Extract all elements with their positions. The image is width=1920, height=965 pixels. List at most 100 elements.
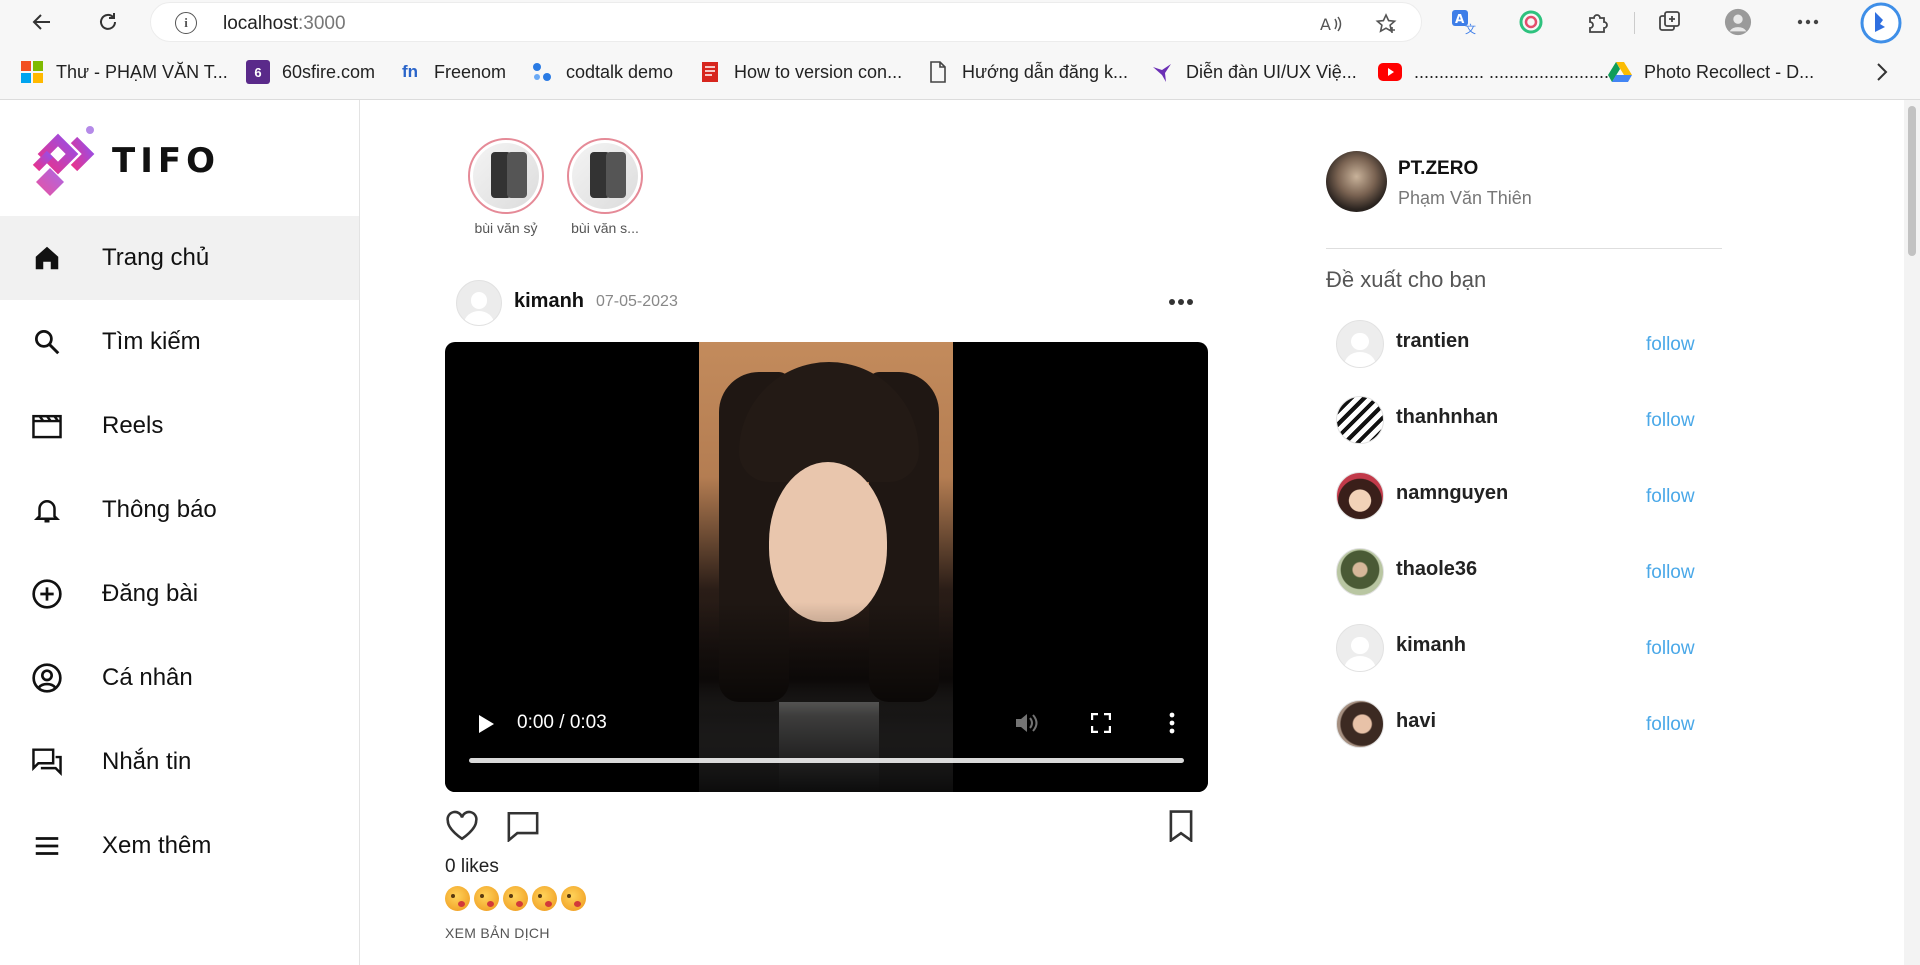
follow-button[interactable]: follow <box>1646 562 1695 584</box>
nav-item-search[interactable]: Tìm kiếm <box>0 300 359 384</box>
logo-mark-icon <box>32 126 95 196</box>
post-author-username[interactable]: kimanh <box>514 290 584 313</box>
bookmark-item[interactable]: 6 60sfire.com <box>246 58 375 86</box>
suggestion-avatar[interactable] <box>1336 548 1384 596</box>
video-volume-icon[interactable] <box>1012 708 1042 738</box>
video-more-options-icon[interactable] <box>1157 708 1187 738</box>
bookmark-item[interactable]: Thư - PHẠM VĂN T... <box>20 58 228 86</box>
bookmark-item[interactable]: How to version con... <box>698 58 902 86</box>
suggestion-row: kimanh follow <box>1336 622 1722 674</box>
story-item[interactable]: bùi văn s... <box>565 138 645 236</box>
suggestion-username[interactable]: trantien <box>1396 330 1469 353</box>
see-translation-link[interactable]: XEM BẢN DỊCH <box>445 925 550 941</box>
browser-profile-icon[interactable] <box>1724 8 1752 36</box>
site-info-icon[interactable]: i <box>175 12 197 34</box>
right-panel-divider <box>1326 248 1722 249</box>
doc-red-icon <box>698 60 722 84</box>
extensions-puzzle-icon[interactable] <box>1584 8 1612 36</box>
bookmark-label: Hướng dẫn đăng k... <box>962 61 1128 82</box>
video-fullscreen-icon[interactable] <box>1086 708 1116 738</box>
suggestion-avatar[interactable] <box>1336 700 1384 748</box>
nav-label: Trang chủ <box>102 244 210 271</box>
page-scrollbar[interactable] <box>1904 100 1920 965</box>
back-icon[interactable] <box>26 6 58 38</box>
suggestion-avatar[interactable] <box>1336 396 1384 444</box>
nav-item-create-post[interactable]: Đăng bài <box>0 552 359 636</box>
like-heart-icon[interactable] <box>444 808 480 844</box>
video-progress-bar[interactable] <box>469 758 1184 763</box>
story-username: bùi văn s... <box>571 220 639 236</box>
nav-label: Reels <box>102 412 164 439</box>
bookmark-item[interactable]: Photo Recollect - D... <box>1608 58 1814 86</box>
bookmark-item[interactable]: Hướng dẫn đăng k... <box>926 58 1128 86</box>
suggestion-username[interactable]: namnguyen <box>1396 482 1508 505</box>
suggestion-avatar[interactable] <box>1336 320 1384 368</box>
post-author-avatar[interactable] <box>456 280 502 326</box>
bookmark-label: Freenom <box>434 61 507 82</box>
current-user-avatar[interactable] <box>1326 151 1387 212</box>
nav-item-reels[interactable]: Reels <box>0 384 359 468</box>
profile-icon <box>30 661 64 695</box>
nav-item-home[interactable]: Trang chủ <box>0 216 359 300</box>
story-username: bùi văn sỷ <box>474 220 538 236</box>
suggestion-avatar[interactable] <box>1336 472 1384 520</box>
current-user-username[interactable]: PT.ZERO <box>1398 158 1478 180</box>
kiss-emoji-icon <box>561 886 586 911</box>
video-controls-gradient <box>445 602 1208 792</box>
post-more-options-icon[interactable] <box>1166 288 1196 316</box>
suggestion-row: thanhnhan follow <box>1336 394 1722 446</box>
bookmark-item[interactable]: fn Freenom <box>398 58 506 86</box>
nav-item-messages[interactable]: Nhắn tin <box>0 720 359 804</box>
url-host: localhost <box>223 13 298 34</box>
suggestion-row: thaole36 follow <box>1336 546 1722 598</box>
address-bar[interactable]: i localhost:3000 A <box>150 2 1422 42</box>
bookmark-item[interactable]: Diễn đàn UI/UX Việ... <box>1150 58 1357 86</box>
color-picker-extension-icon[interactable] <box>1517 8 1545 36</box>
follow-button[interactable]: follow <box>1646 714 1695 736</box>
post-likes-count: 0 likes <box>445 856 499 877</box>
suggestion-username[interactable]: thanhnhan <box>1396 406 1498 429</box>
collections-icon[interactable] <box>1656 8 1684 36</box>
add-circle-icon <box>30 577 64 611</box>
suggestion-username[interactable]: kimanh <box>1396 634 1466 657</box>
nav-label: Tìm kiếm <box>102 328 201 355</box>
microsoft-icon <box>20 60 44 84</box>
page-icon <box>926 60 950 84</box>
bing-chat-icon[interactable] <box>1860 2 1902 44</box>
app-logo[interactable]: TIFO <box>28 124 220 198</box>
follow-button[interactable]: follow <box>1646 638 1695 660</box>
codtalk-icon <box>530 60 554 84</box>
follow-button[interactable]: follow <box>1646 334 1695 356</box>
comment-icon[interactable] <box>505 808 541 844</box>
url-text[interactable]: localhost:3000 <box>223 13 346 35</box>
story-item[interactable]: bùi văn sỷ <box>466 138 546 236</box>
follow-button[interactable]: follow <box>1646 410 1695 432</box>
favorites-star-icon[interactable] <box>1373 11 1399 37</box>
nav-item-profile[interactable]: Cá nhân <box>0 636 359 720</box>
save-bookmark-icon[interactable] <box>1163 808 1199 844</box>
bookmark-item[interactable]: codtalk demo <box>530 58 673 86</box>
suggestion-username[interactable]: thaole36 <box>1396 558 1477 581</box>
suggestion-username[interactable]: havi <box>1396 710 1436 733</box>
nav-label: Nhắn tin <box>102 748 192 775</box>
read-aloud-icon[interactable]: A <box>1319 11 1345 37</box>
kiss-emoji-icon <box>445 886 470 911</box>
reload-icon[interactable] <box>92 6 124 38</box>
bookmarks-overflow-chevron-icon[interactable] <box>1874 58 1890 86</box>
uiux-icon <box>1150 60 1174 84</box>
bookmark-label: Thư - PHẠM VĂN T... <box>56 61 228 82</box>
video-play-icon[interactable] <box>471 709 501 739</box>
bookmark-label: codtalk demo <box>566 61 674 82</box>
scrollbar-thumb[interactable] <box>1908 106 1916 256</box>
suggestion-row: havi follow <box>1336 698 1722 750</box>
nav-item-notifications[interactable]: Thông báo <box>0 468 359 552</box>
toolbar-separator <box>1634 12 1635 34</box>
suggestion-avatar[interactable] <box>1336 624 1384 672</box>
browser-menu-icon[interactable] <box>1794 8 1822 36</box>
post-video-player[interactable]: 0:00 / 0:03 <box>445 342 1208 792</box>
nav-item-more[interactable]: Xem thêm <box>0 804 359 888</box>
sixty-fire-icon: 6 <box>246 60 270 84</box>
follow-button[interactable]: follow <box>1646 486 1695 508</box>
bookmark-item[interactable]: .............. .........................… <box>1378 58 1629 86</box>
translate-extension-icon[interactable]: A文 <box>1450 8 1478 36</box>
